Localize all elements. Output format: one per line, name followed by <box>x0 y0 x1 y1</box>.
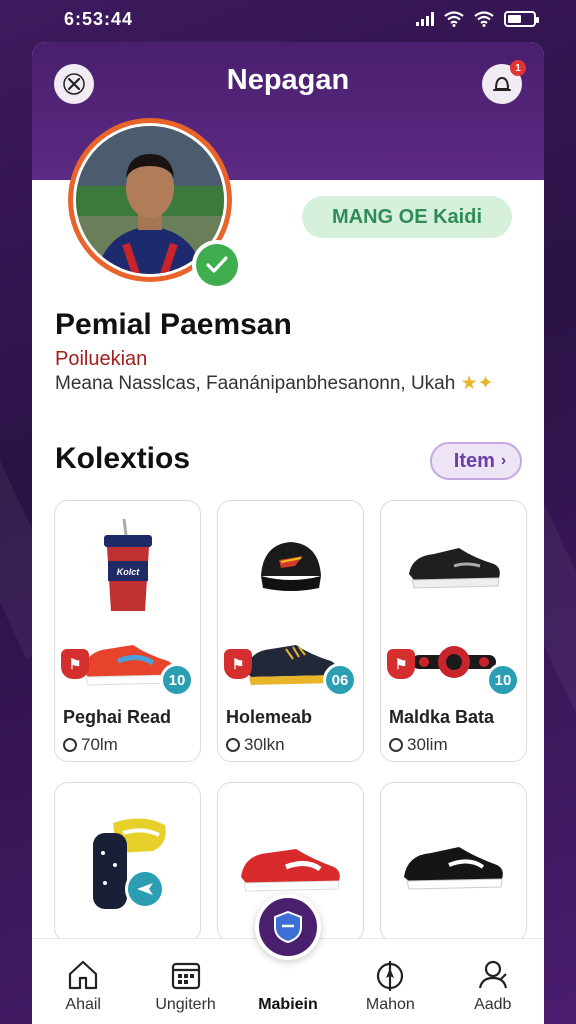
battery-icon <box>504 11 539 27</box>
nav-label: Mahon <box>365 996 415 1013</box>
item-count: 10 <box>160 663 194 697</box>
ball-icon <box>226 738 240 752</box>
collection-item[interactable] <box>54 782 201 942</box>
notifications-button[interactable]: 1 <box>482 60 526 104</box>
nav-label: Aadb <box>474 996 512 1013</box>
ball-icon <box>389 738 403 752</box>
signal-icon <box>416 12 434 26</box>
nav-label: Mabiein <box>258 996 318 1013</box>
wifi-icon <box>444 11 464 27</box>
status-icons <box>416 11 539 27</box>
center-action-button[interactable] <box>254 894 321 960</box>
nav-item-profile[interactable]: Aadb <box>448 958 538 1014</box>
check-icon <box>206 256 228 273</box>
nav-item-center[interactable]: Mabiein <box>243 894 333 1014</box>
collection-item[interactable]: ⚑ 06 Holemeab 30lkn <box>217 500 364 762</box>
status-time: 6:53:44 <box>64 8 134 29</box>
item-meta: 30lkn <box>226 735 285 755</box>
svg-text:Kolct: Kolct <box>116 567 140 577</box>
status-badge: MANG OE Kaidi <box>302 196 512 238</box>
nav-label: Ungiterh <box>155 996 216 1013</box>
item-meta-text: 30lim <box>407 735 448 754</box>
notification-badge: 1 <box>510 60 526 76</box>
profile-bio-text: Meana Nasslcas, Faanánipanbhesanonn, Uka… <box>55 373 456 394</box>
nav-item-compass[interactable]: Mahon <box>345 958 435 1014</box>
collection-item[interactable]: ⚑ 10 Maldka Bata 30lim <box>380 500 527 762</box>
club-crest-icon: ⚑ <box>61 649 89 679</box>
item-meta: 70lm <box>63 735 118 755</box>
home-icon <box>69 960 98 990</box>
shield-icon <box>273 910 302 944</box>
profile-card: Nepagan 1 MANG OE Kaidi Pemial Paemsan P… <box>32 42 544 1024</box>
item-meta-text: 30lkn <box>244 735 285 754</box>
status-bar: 6:53:44 <box>0 0 576 38</box>
item-button[interactable]: Item › <box>430 442 522 480</box>
item-name: Holemeab <box>226 707 313 727</box>
chevron-right-icon: › <box>500 452 507 469</box>
item-button-label: Item <box>453 449 495 472</box>
sneaker-black-white-icon <box>381 813 526 923</box>
cup-icon: Kolct <box>55 511 200 621</box>
stars-icon: ★✦ <box>460 373 494 394</box>
club-crest-icon: ⚑ <box>387 649 415 679</box>
bottom-nav: Ahail Ungiterh Mabiein Mahon Aadb <box>32 894 544 1024</box>
item-count: 10 <box>486 663 520 697</box>
nav-item-calendar[interactable]: Ungiterh <box>141 958 231 1014</box>
wifi-icon <box>474 11 494 27</box>
cap-icon <box>218 511 363 621</box>
plane-icon <box>137 883 153 895</box>
item-count: 06 <box>323 663 357 697</box>
item-name: Peghai Read <box>63 707 172 727</box>
bell-icon <box>493 76 511 91</box>
ball-icon <box>63 738 77 752</box>
collection-grid: Kolct ⚑ 10 Peghai Read 70lm ⚑ 06 Holemea… <box>54 500 527 762</box>
collection-item[interactable] <box>380 782 527 942</box>
section-title: Kolextios <box>55 442 191 475</box>
profile-bio: Meana Nasslcas, Faanánipanbhesanonn, Uka… <box>55 372 494 395</box>
verified-badge <box>192 240 242 290</box>
sneaker-black-icon <box>381 511 526 621</box>
item-name: Maldka Bata <box>389 707 495 727</box>
club-crest-icon: ⚑ <box>224 649 252 679</box>
calendar-icon <box>171 962 200 990</box>
item-meta: 30lim <box>389 735 448 755</box>
plane-badge <box>125 869 165 909</box>
nav-item-home[interactable]: Ahail <box>38 958 128 1014</box>
collection-item[interactable]: Kolct ⚑ 10 Peghai Read 70lm <box>54 500 201 762</box>
profile-icon <box>478 960 507 989</box>
profile-name: Pemial Paemsan <box>55 308 292 341</box>
nav-label: Ahail <box>65 996 101 1013</box>
profile-role: Poiluekian <box>55 348 148 370</box>
page-title: Nepagan <box>226 64 350 96</box>
compass-icon <box>377 961 404 991</box>
item-meta-text: 70lm <box>81 735 118 754</box>
